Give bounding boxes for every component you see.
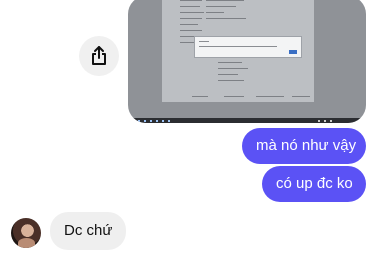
image-attachment[interactable] — [128, 0, 366, 123]
attachment-taskbar — [128, 118, 366, 123]
attachment-dialog — [194, 36, 302, 58]
message-text: Dc chứ — [64, 222, 113, 239]
outgoing-message-bubble[interactable]: có up đc ko — [262, 166, 366, 202]
share-icon — [92, 46, 106, 65]
message-text: có up đc ko — [276, 175, 353, 192]
sender-avatar[interactable] — [11, 218, 41, 248]
share-button[interactable] — [79, 36, 119, 76]
incoming-message-bubble[interactable]: Dc chứ — [50, 212, 126, 250]
outgoing-message-bubble[interactable]: mà nó như vậy — [242, 128, 366, 164]
message-text: mà nó như vậy — [256, 137, 357, 154]
